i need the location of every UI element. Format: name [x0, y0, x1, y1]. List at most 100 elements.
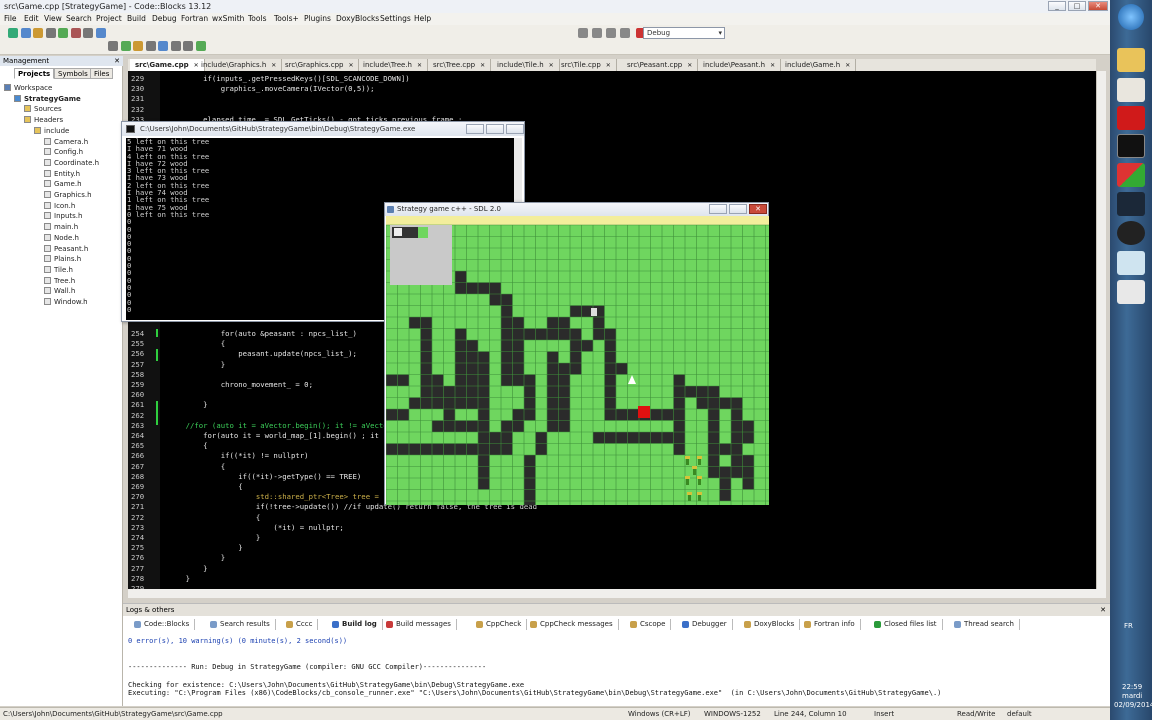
menu-build[interactable]: Build	[127, 14, 146, 23]
log-tab[interactable]: Thread search	[951, 619, 1020, 630]
log-tab[interactable]: Closed files list	[871, 619, 943, 630]
debug-toolbar-icon[interactable]	[606, 28, 616, 38]
tree-item[interactable]: Sources	[24, 104, 62, 115]
tab-close-icon[interactable]: ✕	[549, 62, 554, 69]
toolbar-button-icon[interactable]	[8, 28, 18, 38]
menu-tools[interactable]: Tools	[248, 14, 266, 23]
toolbar-button-icon[interactable]	[183, 41, 193, 51]
toolbar-button-icon[interactable]	[108, 41, 118, 51]
toolbar-button-icon[interactable]	[45, 28, 56, 38]
tree-item[interactable]: Icon.h	[44, 201, 75, 212]
log-tab[interactable]: Debugger	[679, 619, 733, 630]
tree-item[interactable]: Camera.h	[44, 137, 88, 148]
media-player-taskbar-icon[interactable]	[1117, 78, 1145, 102]
tree-item[interactable]: Node.h	[44, 233, 79, 244]
menu-settings[interactable]: Settings	[380, 14, 411, 23]
debug-toolbar-icon[interactable]	[620, 28, 630, 38]
tab-close-icon[interactable]: ✕	[480, 62, 485, 69]
toolbar-button-icon[interactable]	[70, 28, 81, 38]
editor-tab[interactable]: include\Game.h ✕	[780, 59, 857, 71]
menu-view[interactable]: View	[44, 14, 62, 23]
toolbar-button-icon[interactable]	[120, 41, 131, 51]
tree-item[interactable]: Wall.h	[44, 286, 75, 297]
start-button-icon[interactable]	[1118, 4, 1144, 30]
tree-item[interactable]: Headers	[24, 115, 63, 126]
menu-fortran[interactable]: Fortran	[181, 14, 208, 23]
tab-close-icon[interactable]: ✕	[770, 62, 775, 69]
log-tab[interactable]: Cccc	[283, 619, 319, 630]
log-tab[interactable]: DoxyBlocks	[741, 619, 801, 630]
tree-item[interactable]: Entity.h	[44, 169, 80, 180]
menu-edit[interactable]: Edit	[24, 14, 39, 23]
editor-tab[interactable]: src\Graphics.cpp ✕	[280, 59, 360, 71]
management-tab-projects[interactable]: Projects	[14, 68, 55, 79]
tab-close-icon[interactable]: ✕	[348, 62, 353, 69]
tab-close-icon[interactable]: ✕	[417, 62, 422, 69]
tree-item[interactable]: include	[34, 126, 69, 137]
sdl-minimize-button[interactable]	[709, 204, 727, 214]
codeblocks-taskbar-icon[interactable]	[1117, 163, 1145, 187]
tab-close-icon[interactable]: ✕	[845, 62, 850, 69]
minimize-button[interactable]: _	[1048, 1, 1066, 11]
tab-close-icon[interactable]: ✕	[606, 62, 611, 69]
tree-item[interactable]: Inputs.h	[44, 211, 82, 222]
obs-taskbar-icon[interactable]	[1117, 221, 1145, 245]
menu-tools[interactable]: Tools+	[274, 14, 299, 23]
log-tab[interactable]: Fortran info	[801, 619, 861, 630]
tree-item[interactable]: Config.h	[44, 147, 83, 158]
maximize-button[interactable]: □	[1068, 1, 1086, 11]
log-tab[interactable]: Code::Blocks	[131, 619, 196, 630]
toolbar-button-icon[interactable]	[33, 28, 43, 38]
language-indicator[interactable]: FR	[1124, 622, 1133, 630]
build-target-select[interactable]: Debug ▾	[643, 27, 725, 39]
tree-item[interactable]: Game.h	[44, 179, 82, 190]
console-taskbar-icon[interactable]	[1117, 134, 1145, 158]
log-tab[interactable]: Build messages	[383, 619, 457, 630]
toolbar-button-icon[interactable]	[195, 41, 206, 51]
menu-doxyblocks[interactable]: DoxyBlocks	[336, 14, 379, 23]
steam-taskbar-icon[interactable]	[1117, 192, 1145, 216]
menu-search[interactable]: Search	[66, 14, 92, 23]
management-tab-files[interactable]: Files	[90, 68, 114, 79]
tab-close-icon[interactable]: ✕	[271, 62, 276, 69]
editor-tab[interactable]: src\Game.cpp ✕	[130, 59, 205, 71]
editor-tab[interactable]: src\Tile.cpp ✕	[556, 59, 617, 71]
opera-taskbar-icon[interactable]	[1117, 106, 1145, 130]
menu-help[interactable]: Help	[414, 14, 431, 23]
editor-horizontal-scrollbar[interactable]	[128, 589, 1106, 598]
menu-wxsmith[interactable]: wxSmith	[212, 14, 244, 23]
console-close-button[interactable]	[506, 124, 524, 134]
tab-close-icon[interactable]: ✕	[687, 62, 692, 69]
editor-vertical-scrollbar[interactable]	[1096, 71, 1106, 589]
toolbar-button-icon[interactable]	[145, 41, 156, 51]
close-window-button[interactable]: ✕	[1088, 1, 1108, 11]
toolbar-button-icon[interactable]	[170, 41, 181, 51]
game-map[interactable]	[386, 216, 769, 505]
editor-tab[interactable]: src\Tree.cpp ✕	[428, 59, 492, 71]
editor-tab[interactable]: include\Peasant.h ✕	[698, 59, 782, 71]
editor-tab[interactable]: include\Graphics.h ✕	[196, 59, 283, 71]
tree-item[interactable]: Tree.h	[44, 276, 75, 287]
logs-close-icon[interactable]: ✕	[1100, 604, 1106, 616]
toolbar-button-icon[interactable]	[58, 28, 68, 38]
tree-item[interactable]: Plains.h	[44, 254, 81, 265]
console-maximize-button[interactable]	[486, 124, 504, 134]
menu-plugins[interactable]: Plugins	[304, 14, 331, 23]
tree-item[interactable]: main.h	[44, 222, 78, 233]
clock-time[interactable]: 22:59	[1122, 683, 1142, 691]
tree-item[interactable]: StrategyGame	[14, 94, 81, 105]
management-tab-symbols[interactable]: Symbols	[54, 68, 92, 79]
editor-tab[interactable]: src\Peasant.cpp ✕	[622, 59, 699, 71]
menu-file[interactable]: File	[4, 14, 17, 23]
notepad-taskbar-icon[interactable]	[1117, 280, 1145, 304]
tree-item[interactable]: Graphics.h	[44, 190, 92, 201]
tree-item[interactable]: Peasant.h	[44, 244, 88, 255]
log-tab[interactable]: CppCheck	[473, 619, 528, 630]
explorer-taskbar-icon[interactable]	[1117, 48, 1145, 72]
menu-project[interactable]: Project	[96, 14, 122, 23]
menu-debug[interactable]: Debug	[152, 14, 177, 23]
log-tab[interactable]: CppCheck messages	[527, 619, 619, 630]
toolbar-button-icon[interactable]	[95, 28, 106, 38]
editor-tab[interactable]: include\Tile.h ✕	[492, 59, 560, 71]
toolbar-button-icon[interactable]	[158, 41, 168, 51]
